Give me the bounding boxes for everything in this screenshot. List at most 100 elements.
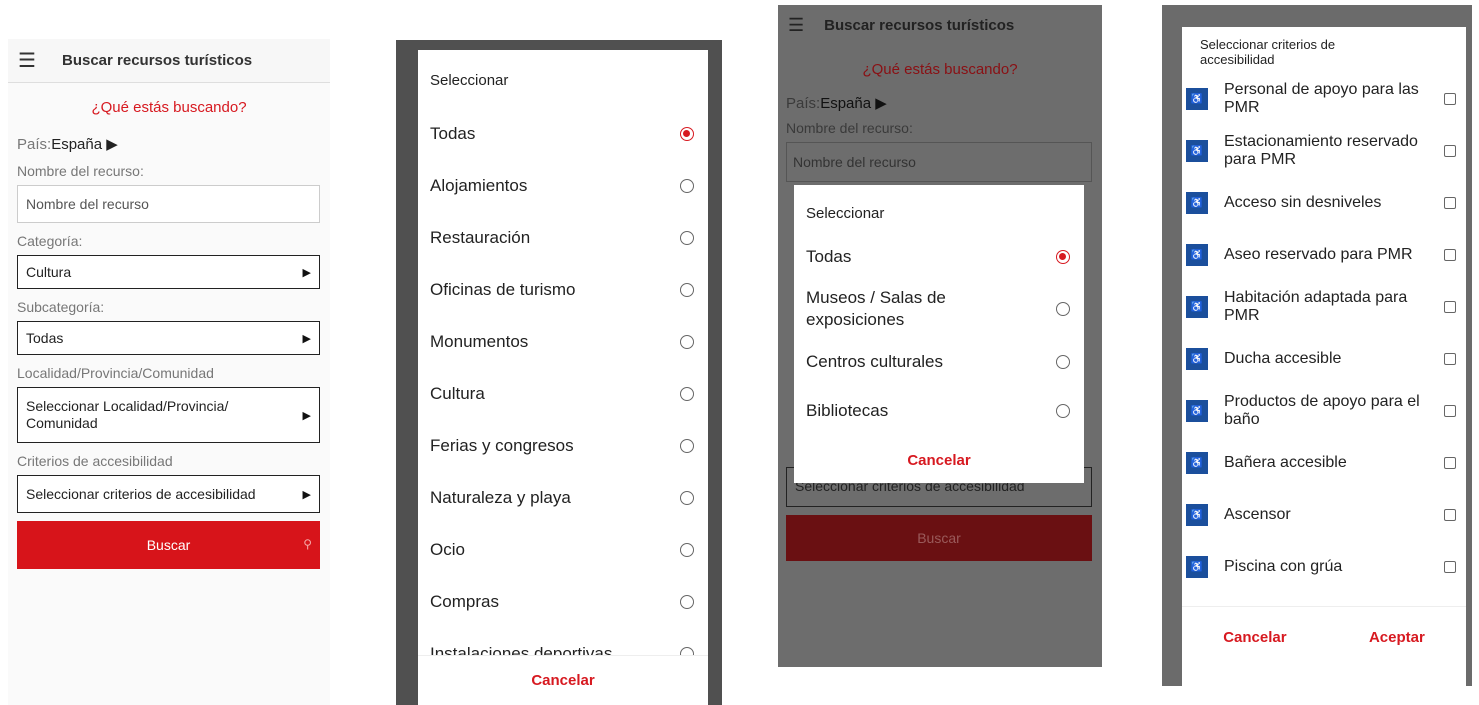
option-label: Ferias y congresos xyxy=(430,436,574,455)
criterion-item[interactable]: ♿ Acceso sin desniveles xyxy=(1182,177,1466,229)
accessibility-picker-screen: Seleccionar criterios de accesibilidad ♿… xyxy=(1162,5,1472,686)
bathroom-aids-icon: ♿ xyxy=(1186,400,1208,422)
criterion-item[interactable]: ♿ Productos de apoyo para el baño xyxy=(1182,385,1466,437)
option-label: Todas xyxy=(430,124,476,143)
criterion-item[interactable]: ♿ Piscina con grúa xyxy=(1182,541,1466,593)
criterion-checkbox[interactable] xyxy=(1444,301,1456,313)
option-item[interactable]: Ferias y congresos xyxy=(418,420,708,472)
dropdown-arrow-icon: ▶ xyxy=(302,409,311,422)
country-selector[interactable]: España ▶ xyxy=(51,136,118,153)
dialog-footer: Cancelar xyxy=(418,655,708,705)
cancel-button[interactable]: Cancelar xyxy=(531,672,594,689)
option-item[interactable]: Centros culturales xyxy=(794,339,1084,385)
option-item[interactable]: Alojamientos xyxy=(418,160,708,212)
resource-name-placeholder: Nombre del recurso xyxy=(793,154,916,170)
resource-name-input[interactable]: Nombre del recurso xyxy=(17,185,320,223)
subcategory-picker-screen: ☰ Buscar recursos turísticos ¿Qué estás … xyxy=(778,5,1102,667)
subcategory-label: Subcategoría: xyxy=(17,299,105,315)
radio-button[interactable] xyxy=(680,179,694,193)
radio-button[interactable] xyxy=(1056,355,1070,369)
option-item[interactable]: Museos / Salas de exposiciones xyxy=(794,279,1084,339)
criterion-item[interactable]: ♿Bucle de inducción xyxy=(1182,593,1466,606)
criterion-checkbox[interactable] xyxy=(1444,457,1456,469)
criterion-checkbox[interactable] xyxy=(1444,509,1456,521)
dialog-title: Seleccionar criterios de accesibilidad xyxy=(1200,37,1336,67)
accessibility-dialog: Seleccionar criterios de accesibilidad ♿… xyxy=(1182,27,1466,686)
option-item[interactable]: Naturaleza y playa xyxy=(418,472,708,524)
criterion-item[interactable]: ♿ Estacionamiento reservado para PMR xyxy=(1182,125,1466,177)
resource-name-input[interactable]: Nombre del recurso xyxy=(786,142,1092,182)
radio-button[interactable] xyxy=(680,335,694,349)
option-item[interactable]: Monumentos xyxy=(418,316,708,368)
option-label: Bibliotecas xyxy=(806,401,889,420)
radio-button[interactable] xyxy=(680,439,694,453)
radio-button[interactable] xyxy=(680,283,694,297)
radio-button[interactable] xyxy=(680,595,694,609)
radio-button[interactable] xyxy=(680,491,694,505)
category-select[interactable]: Cultura ▶ xyxy=(17,255,320,289)
criterion-checkbox[interactable] xyxy=(1444,197,1456,209)
accept-button[interactable]: Aceptar xyxy=(1369,629,1425,646)
category-label: Categoría: xyxy=(17,233,83,249)
accessible-toilet-icon: ♿ xyxy=(1186,244,1208,266)
criterion-item[interactable]: ♿ Aseo reservado para PMR xyxy=(1182,229,1466,281)
dropdown-arrow-icon: ▶ xyxy=(302,332,311,345)
option-item[interactable]: Restauración xyxy=(418,212,708,264)
search-button-label: Buscar xyxy=(917,530,961,546)
criterion-item[interactable]: ♿ Bañera accesible xyxy=(1182,437,1466,489)
criterion-checkbox[interactable] xyxy=(1444,561,1456,573)
criterion-label: Aseo reservado para PMR xyxy=(1224,246,1413,263)
option-item[interactable]: Cultura xyxy=(418,368,708,420)
option-item[interactable]: Todas xyxy=(418,108,708,160)
criterion-checkbox[interactable] xyxy=(1444,249,1456,261)
radio-button[interactable] xyxy=(680,231,694,245)
criterion-label: Ascensor xyxy=(1224,506,1291,523)
option-item[interactable]: Oficinas de turismo xyxy=(418,264,708,316)
criterion-label: Ducha accesible xyxy=(1224,350,1342,367)
location-select[interactable]: Seleccionar Localidad/Provincia/ Comunid… xyxy=(17,387,320,443)
criteria-list[interactable]: ♿ Personal de apoyo para las PMR ♿ Estacion… xyxy=(1182,73,1466,606)
radio-button[interactable] xyxy=(680,387,694,401)
criterion-item[interactable]: ♿ Ducha accesible xyxy=(1182,333,1466,385)
option-label: Todas xyxy=(806,247,852,266)
step-free-access-icon: ♿ xyxy=(1186,192,1208,214)
criterion-checkbox[interactable] xyxy=(1444,145,1456,157)
accessibility-select[interactable]: Seleccionar criterios de accesibilidad ▶ xyxy=(17,475,320,513)
option-item[interactable]: Bibliotecas xyxy=(794,385,1084,437)
criterion-label: Personal de apoyo para las PMR xyxy=(1224,81,1419,116)
accessible-shower-icon: ♿ xyxy=(1186,348,1208,370)
search-button[interactable]: Buscar xyxy=(786,515,1092,561)
option-item[interactable]: Ocio xyxy=(418,524,708,576)
hamburger-menu-icon[interactable]: ☰ xyxy=(788,15,804,36)
cancel-button[interactable]: Cancelar xyxy=(1223,629,1286,646)
cancel-button[interactable]: Cancelar xyxy=(907,452,970,469)
radio-button[interactable] xyxy=(1056,404,1070,418)
criterion-label: Productos de apoyo para el baño xyxy=(1224,393,1420,428)
option-label: Compras xyxy=(430,592,499,611)
location-value: Seleccionar Localidad/Provincia/ Comunid… xyxy=(26,398,229,431)
search-button[interactable]: Buscar ⚲ xyxy=(17,521,320,569)
option-list: Todas Museos / Salas de exposiciones Centr… xyxy=(794,235,1084,437)
option-item[interactable]: Todas xyxy=(794,235,1084,279)
dropdown-arrow-icon: ▶ xyxy=(302,266,311,279)
criterion-checkbox[interactable] xyxy=(1444,353,1456,365)
category-dialog: Seleccionar Todas Alojamientos Restauració… xyxy=(418,50,708,705)
country-row: País:España ▶ xyxy=(786,94,1102,112)
criterion-item[interactable]: ♿ Ascensor xyxy=(1182,489,1466,541)
dialog-title: Seleccionar xyxy=(806,205,885,222)
option-item[interactable]: Compras xyxy=(418,576,708,628)
country-selector[interactable]: España ▶ xyxy=(820,95,887,112)
radio-button[interactable] xyxy=(680,543,694,557)
radio-button[interactable] xyxy=(1056,250,1070,264)
hamburger-menu-icon[interactable]: ☰ xyxy=(18,51,42,71)
subcategory-select[interactable]: Todas ▶ xyxy=(17,321,320,355)
criterion-item[interactable]: ♿ Personal de apoyo para las PMR xyxy=(1182,73,1466,125)
criterion-checkbox[interactable] xyxy=(1444,93,1456,105)
radio-button[interactable] xyxy=(680,127,694,141)
criterion-item[interactable]: ♿ Habitación adaptada para PMR xyxy=(1182,281,1466,333)
accessible-bathtub-icon: ♿ xyxy=(1186,452,1208,474)
reserved-parking-icon: ♿ xyxy=(1186,140,1208,162)
criterion-checkbox[interactable] xyxy=(1444,405,1456,417)
country-label: País: xyxy=(786,95,821,112)
radio-button[interactable] xyxy=(1056,302,1070,316)
